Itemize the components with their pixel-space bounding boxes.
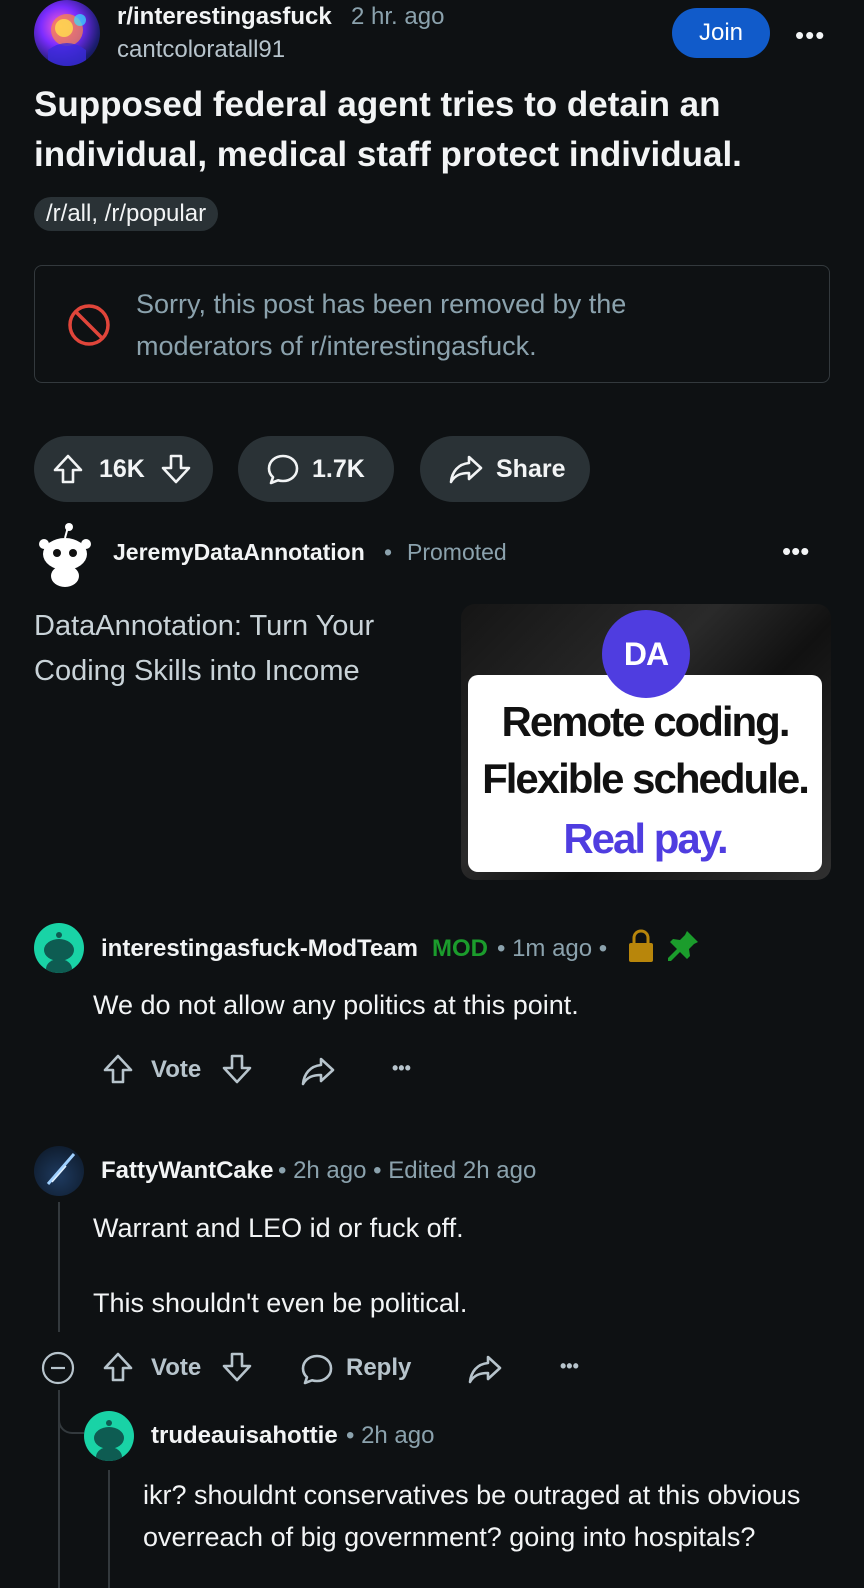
comment-icon[interactable]: [300, 1352, 334, 1386]
lock-icon: [626, 928, 656, 964]
comment-meta: • 1m ago •: [497, 935, 608, 962]
share-icon[interactable]: [467, 1352, 503, 1386]
promoted-headline[interactable]: DataAnnotation: Turn Your Coding Skills …: [34, 604, 414, 694]
comment-author[interactable]: FattyWantCake: [101, 1157, 273, 1185]
thread-line[interactable]: [58, 1202, 60, 1332]
thread-line[interactable]: [108, 1470, 110, 1588]
vote-bar: 16K: [34, 436, 213, 502]
post-time: 2 hr. ago: [351, 3, 445, 30]
ban-icon: [66, 302, 112, 348]
comment-body: We do not allow any politics at this poi…: [93, 990, 579, 1020]
upvote-icon[interactable]: [101, 1350, 135, 1384]
avatar[interactable]: [34, 923, 84, 973]
comments-button[interactable]: 1.7K: [238, 436, 394, 502]
pin-icon: [665, 928, 701, 964]
join-button[interactable]: Join: [672, 8, 770, 58]
comment-author[interactable]: interestingasfuck-ModTeam: [101, 935, 418, 963]
comment-meta: • 2h ago: [346, 1422, 435, 1449]
comment-icon: [266, 452, 300, 486]
ad-text-line: Remote coding.: [501, 698, 790, 745]
promoted-tag: Promoted: [407, 539, 507, 565]
share-button[interactable]: Share: [420, 436, 590, 502]
ad-logo: DA: [602, 610, 690, 698]
removed-notice-text: Sorry, this post has been removed by the…: [136, 289, 627, 361]
subreddit-name[interactable]: r/interestingasfuck: [117, 3, 332, 31]
comment-author[interactable]: trudeauisahottie: [151, 1422, 338, 1450]
comment-body: Warrant and LEO id or fuck off.: [93, 1213, 464, 1243]
promoted-author[interactable]: JeremyDataAnnotation: [113, 539, 365, 566]
avatar[interactable]: [84, 1411, 134, 1461]
share-icon[interactable]: [300, 1054, 336, 1088]
downvote-icon[interactable]: [220, 1052, 254, 1086]
post-flair[interactable]: /r/all, /r/popular: [34, 197, 219, 231]
post-author[interactable]: cantcoloratall91: [117, 36, 285, 64]
snoo-avatar-icon[interactable]: [38, 522, 92, 588]
reply-button[interactable]: Reply: [346, 1354, 411, 1382]
vote-count: 16K: [99, 454, 145, 483]
subreddit-avatar[interactable]: [34, 0, 100, 66]
ad-text-line: Real pay.: [563, 815, 728, 862]
comment-meta: • 2h ago • Edited 2h ago: [278, 1157, 537, 1184]
separator-dot: •: [384, 539, 393, 565]
upvote-icon[interactable]: [101, 1052, 135, 1086]
mod-badge: MOD: [432, 935, 488, 962]
comment-body: This shouldn't even be political.: [93, 1288, 468, 1318]
downvote-icon[interactable]: [159, 452, 193, 486]
share-label: Share: [496, 454, 566, 483]
avatar[interactable]: [34, 1146, 84, 1196]
thread-connector: [58, 1410, 84, 1434]
upvote-icon[interactable]: [51, 452, 85, 486]
promoted-more-button[interactable]: •••: [782, 536, 809, 567]
collapse-icon[interactable]: [41, 1351, 75, 1385]
post-more-button[interactable]: •••: [795, 20, 825, 51]
comment-body: ikr? shouldnt conservatives be outraged …: [143, 1480, 801, 1552]
comment-more-button[interactable]: •••: [392, 1058, 411, 1079]
comment-count: 1.7K: [312, 454, 365, 483]
vote-label: Vote: [151, 1056, 202, 1083]
ad-text-line: Flexible schedule.: [482, 755, 810, 802]
vote-label: Vote: [151, 1354, 202, 1381]
downvote-icon[interactable]: [220, 1350, 254, 1384]
share-icon: [448, 452, 484, 486]
post-title[interactable]: Supposed federal agent tries to detain a…: [34, 80, 834, 180]
comment-more-button[interactable]: •••: [560, 1356, 579, 1377]
